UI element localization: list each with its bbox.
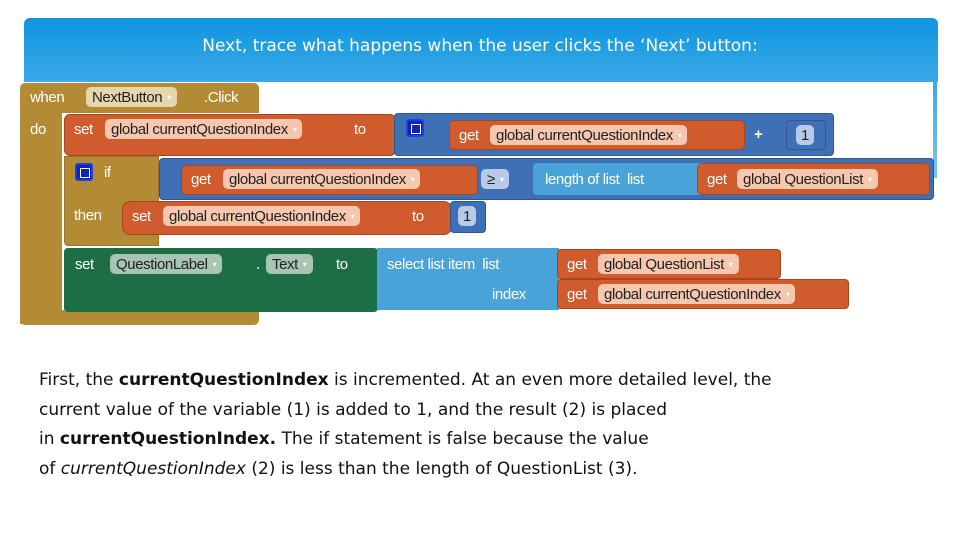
dropdown-arrow-icon: ▾ bbox=[785, 290, 790, 299]
variable-emphasis: currentQuestionIndex bbox=[60, 458, 246, 479]
get-keyword: get bbox=[459, 127, 479, 144]
get-keyword: get bbox=[707, 171, 727, 188]
variable-name: global currentQuestionIndex bbox=[229, 171, 406, 188]
variable-name: global currentQuestionIndex bbox=[604, 286, 781, 303]
event-block-footer bbox=[20, 310, 259, 325]
dot-separator: . bbox=[256, 256, 260, 273]
explanation-line: First, the currentQuestionIndex is incre… bbox=[39, 370, 772, 390]
variable-emphasis: currentQuestionIndex. bbox=[59, 429, 277, 449]
dropdown-arrow-icon: ▾ bbox=[677, 131, 682, 140]
set-keyword: set bbox=[74, 121, 93, 138]
variable-dropdown[interactable]: global currentQuestionIndex ▾ bbox=[490, 125, 688, 145]
variable-name: global currentQuestionIndex bbox=[111, 121, 288, 138]
property-dropdown[interactable]: Text ▾ bbox=[266, 254, 313, 274]
dropdown-arrow-icon: ▾ bbox=[292, 125, 297, 134]
explanation-text: First, the currentQuestionIndex is incre… bbox=[39, 366, 919, 484]
operator-symbol: ≥ bbox=[487, 171, 495, 188]
set-keyword: set bbox=[75, 256, 94, 273]
variable-dropdown[interactable]: global QuestionList ▾ bbox=[598, 254, 739, 274]
slide-title: Next, trace what happens when the user c… bbox=[202, 36, 758, 56]
to-keyword: to bbox=[354, 121, 366, 138]
dropdown-arrow-icon: ▾ bbox=[499, 175, 504, 184]
dropdown-arrow-icon: ▾ bbox=[350, 212, 355, 221]
explanation-line: current value of the variable (1) is add… bbox=[39, 399, 668, 420]
dropdown-arrow-icon: ▾ bbox=[167, 93, 171, 102]
variable-dropdown[interactable]: global currentQuestionIndex ▾ bbox=[105, 119, 303, 139]
get-keyword: get bbox=[567, 286, 587, 303]
number-value[interactable]: 1 bbox=[458, 206, 476, 226]
length-of-list-label: length of list list bbox=[545, 171, 644, 188]
mutator-icon[interactable] bbox=[406, 119, 424, 137]
set-keyword: set bbox=[132, 208, 151, 225]
event-name: .Click bbox=[204, 89, 239, 106]
variable-dropdown[interactable]: global QuestionList ▾ bbox=[737, 169, 878, 189]
variable-emphasis: currentQuestionIndex bbox=[118, 370, 329, 390]
variable-dropdown[interactable]: global currentQuestionIndex ▾ bbox=[163, 206, 361, 226]
mutator-icon[interactable] bbox=[75, 163, 93, 181]
select-list-item-label: select list item list bbox=[387, 256, 500, 273]
if-keyword: if bbox=[104, 164, 111, 181]
component-dropdown[interactable]: QuestionLabel ▾ bbox=[110, 254, 223, 274]
then-keyword: then bbox=[74, 207, 102, 224]
variable-dropdown[interactable]: global currentQuestionIndex ▾ bbox=[598, 284, 796, 304]
variable-name: global currentQuestionIndex bbox=[169, 208, 346, 225]
get-keyword: get bbox=[567, 256, 587, 273]
property-name: Text bbox=[272, 256, 298, 273]
dropdown-arrow-icon: ▾ bbox=[212, 260, 217, 269]
when-label: when bbox=[30, 89, 65, 106]
component-name: QuestionLabel bbox=[116, 256, 208, 273]
number-value[interactable]: 1 bbox=[796, 125, 814, 145]
get-keyword: get bbox=[191, 171, 211, 188]
explanation-line: of currentQuestionIndex (2) is less than… bbox=[39, 458, 638, 479]
explanation-line: in currentQuestionIndex. The if statemen… bbox=[39, 429, 649, 449]
variable-name: global currentQuestionIndex bbox=[496, 127, 673, 144]
event-block-spine bbox=[20, 112, 62, 324]
to-keyword: to bbox=[412, 208, 424, 225]
dropdown-arrow-icon: ▾ bbox=[410, 175, 415, 184]
variable-name: global QuestionList bbox=[604, 256, 724, 273]
index-label: index bbox=[492, 286, 526, 303]
plus-operator: + bbox=[754, 126, 763, 143]
operator-dropdown[interactable]: ≥ ▾ bbox=[481, 169, 510, 189]
variable-name: global QuestionList bbox=[743, 171, 863, 188]
variable-dropdown[interactable]: global currentQuestionIndex ▾ bbox=[223, 169, 421, 189]
to-keyword: to bbox=[336, 256, 348, 273]
dropdown-arrow-icon: ▾ bbox=[867, 175, 872, 184]
dropdown-arrow-icon: ▾ bbox=[728, 260, 733, 269]
do-label: do bbox=[30, 121, 46, 138]
component-name: NextButton bbox=[92, 89, 163, 106]
component-dropdown[interactable]: NextButton ▾ bbox=[86, 87, 177, 107]
dropdown-arrow-icon: ▾ bbox=[302, 260, 307, 269]
